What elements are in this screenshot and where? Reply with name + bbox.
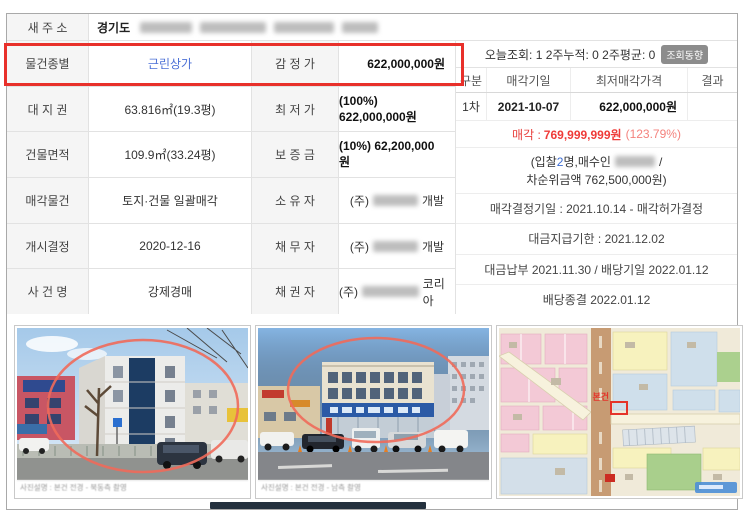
building-photo-northeast (17, 328, 248, 480)
table-row: 건물면적 109.9㎡(33.24평) 보 증 금 (10%) 62,200,0… (7, 132, 455, 179)
redacted-creditor (362, 286, 419, 298)
horizontal-scrollbar-thumb[interactable] (210, 502, 426, 509)
land-area: 63.816㎡(19.3평) (89, 86, 252, 132)
photo-thumbnail-2[interactable]: 사진설명 : 본건 전경 - 남측 촬영 (255, 325, 492, 499)
col-round: 구분 (456, 68, 487, 92)
redacted-buyer (614, 156, 655, 167)
field-label: 감 정 가 (252, 41, 339, 86)
auction-panel: 오늘조회: 1 2주누적: 0 2주평균: 0 조회동향 구분 매각기일 최저매… (456, 41, 737, 314)
auction-listing-page: 새 주 소 경기도 물건종별 근린상가 감 정 가 622,000,000원 대 (0, 0, 743, 515)
table-row: 매각물건 토지·건물 일괄매각 소 유 자 (주) 개발 (7, 178, 455, 224)
col-min-price: 최저매각가격 (571, 68, 688, 92)
photo-thumbnail-1[interactable]: 사진설명 : 본건 전경 - 북동측 촬영 (14, 325, 251, 499)
listing-panel: 새 주 소 경기도 물건종별 근린상가 감 정 가 622,000,000원 대 (4, 13, 743, 510)
view-trend-button[interactable]: 조회동향 (661, 44, 709, 64)
sale-result-label: 매각 : (512, 127, 541, 142)
owner-suffix: 개발 (421, 193, 445, 208)
redacted-address-1 (140, 21, 193, 33)
field-label: 매각물건 (7, 178, 89, 223)
auction-table-header: 구분 매각기일 최저매각가격 결과 (456, 68, 737, 93)
schedule-row-closing: 배당종결 2022.01.12 (542, 292, 651, 307)
field-label: 사 건 명 (7, 269, 89, 315)
photo1-caption: 사진설명 : 본건 전경 - 북동측 촬영 (17, 480, 248, 493)
auction-table-row: 1차 2021-10-07 622,000,000원 (456, 93, 737, 121)
view-stats-row: 오늘조회: 1 2주누적: 0 2주평균: 0 조회동향 (456, 41, 737, 68)
field-label: 보 증 금 (252, 132, 339, 178)
bid-tail: / (658, 154, 663, 169)
creditor-value: (주) 코리아 (339, 269, 455, 314)
schedule-row-decision: 매각결정기일 : 2021.10.14 - 매각허가결정 (456, 194, 737, 225)
building-area: 109.9㎡(33.24평) (89, 132, 252, 178)
col-sale-date: 매각기일 (487, 68, 571, 92)
appraisal-price: 622,000,000원 (367, 56, 445, 71)
creditor-suffix: 코리아 (422, 276, 445, 308)
case-type: 강제경매 (89, 269, 252, 315)
table-row: 개시결정 2020-12-16 채 무 자 (주) 개발 (7, 223, 455, 270)
view-stats-text: 오늘조회: 1 2주누적: 0 2주평균: 0 (484, 47, 656, 62)
address-row: 새 주 소 경기도 (7, 14, 737, 41)
field-label: 건물면적 (7, 132, 89, 178)
redacted-debtor (372, 240, 418, 252)
redacted-owner (372, 194, 418, 206)
field-label: 개시결정 (7, 223, 89, 269)
field-label: 소 유 자 (252, 178, 339, 223)
round-value: 1차 (456, 93, 487, 120)
owner-prefix: (주) (349, 193, 369, 208)
cadastral-map: 본건 (498, 328, 741, 496)
field-label: 최 저 가 (252, 86, 339, 132)
deposit: (10%) 62,200,000원 (339, 139, 435, 170)
field-label: 채 권 자 (252, 269, 339, 315)
bidder-count: 2 (556, 154, 564, 169)
bid-mid: 명,매수인 (563, 154, 611, 169)
minimum-price: (100%) 622,000,000원 (339, 93, 417, 124)
redacted-address-4 (342, 21, 379, 33)
debtor-value: (주) 개발 (339, 224, 455, 269)
sale-date-value: 2021-10-07 (487, 93, 571, 120)
property-type-link[interactable]: 근린상가 (89, 41, 252, 86)
owner-value: (주) 개발 (339, 178, 455, 223)
bid-pre: (입찰 (530, 154, 557, 169)
creditor-prefix: (주) (339, 285, 359, 300)
schedule-row-payment-deadline: 대금지급기한 : 2021.12.02 (456, 224, 737, 255)
map-subject-label: 본건 (592, 391, 609, 402)
media-strip: 사진설명 : 본건 전경 - 북동측 촬영 사진설명: 본건 전경 - 남측 … (14, 325, 743, 499)
redacted-address-2 (200, 21, 267, 33)
address-label: 새 주 소 (7, 14, 89, 40)
debtor-suffix: 개발 (421, 239, 445, 254)
map-thumbnail[interactable]: 본건 (496, 325, 743, 499)
schedule-row-payment-dividend: 대금납부 2021.11.30 / 배당기일 2022.01.12 (456, 255, 737, 285)
address-province: 경기도 (97, 20, 131, 35)
result-value (688, 93, 737, 120)
min-price-value: 622,000,000원 (571, 93, 688, 120)
detail-section: 물건종별 근린상가 감 정 가 622,000,000원 대 지 권 63.81… (7, 41, 737, 315)
redacted-address-3 (274, 21, 335, 33)
property-table: 물건종별 근린상가 감 정 가 622,000,000원 대 지 권 63.81… (7, 41, 456, 315)
col-result: 결과 (701, 73, 724, 88)
debtor-prefix: (주) (349, 239, 369, 254)
sale-result-amount: 769,999,999원 (543, 127, 622, 142)
bid-info-line1: (입찰 2 명,매수인 / (531, 153, 663, 171)
sale-object: 토지·건물 일괄매각 (89, 178, 252, 223)
bid-info-line2: 차순위금액 762,500,000원) (526, 172, 667, 187)
start-decision-date: 2020-12-16 (89, 223, 252, 269)
table-row: 대 지 권 63.816㎡(19.3평) 최 저 가 (100%) 622,00… (7, 86, 455, 133)
building-photo-south (258, 328, 489, 480)
photo2-caption: 사진설명 : 본건 전경 - 남측 촬영 (258, 480, 489, 493)
table-row: 물건종별 근린상가 감 정 가 622,000,000원 (7, 41, 455, 87)
table-row: 사 건 명 강제경매 채 권 자 (주) 코리아 (7, 269, 455, 315)
address-value: 경기도 (89, 14, 737, 40)
sale-result-percent: (123.79%) (625, 127, 681, 141)
field-label: 채 무 자 (252, 223, 339, 269)
sale-result-row: 매각 : 769,999,999원 (123.79%) (456, 121, 737, 148)
field-label: 대 지 권 (7, 86, 89, 132)
bid-info-row: (입찰 2 명,매수인 / 차순위금액 762,500,000원) (456, 148, 737, 194)
field-label: 물건종별 (7, 41, 89, 86)
